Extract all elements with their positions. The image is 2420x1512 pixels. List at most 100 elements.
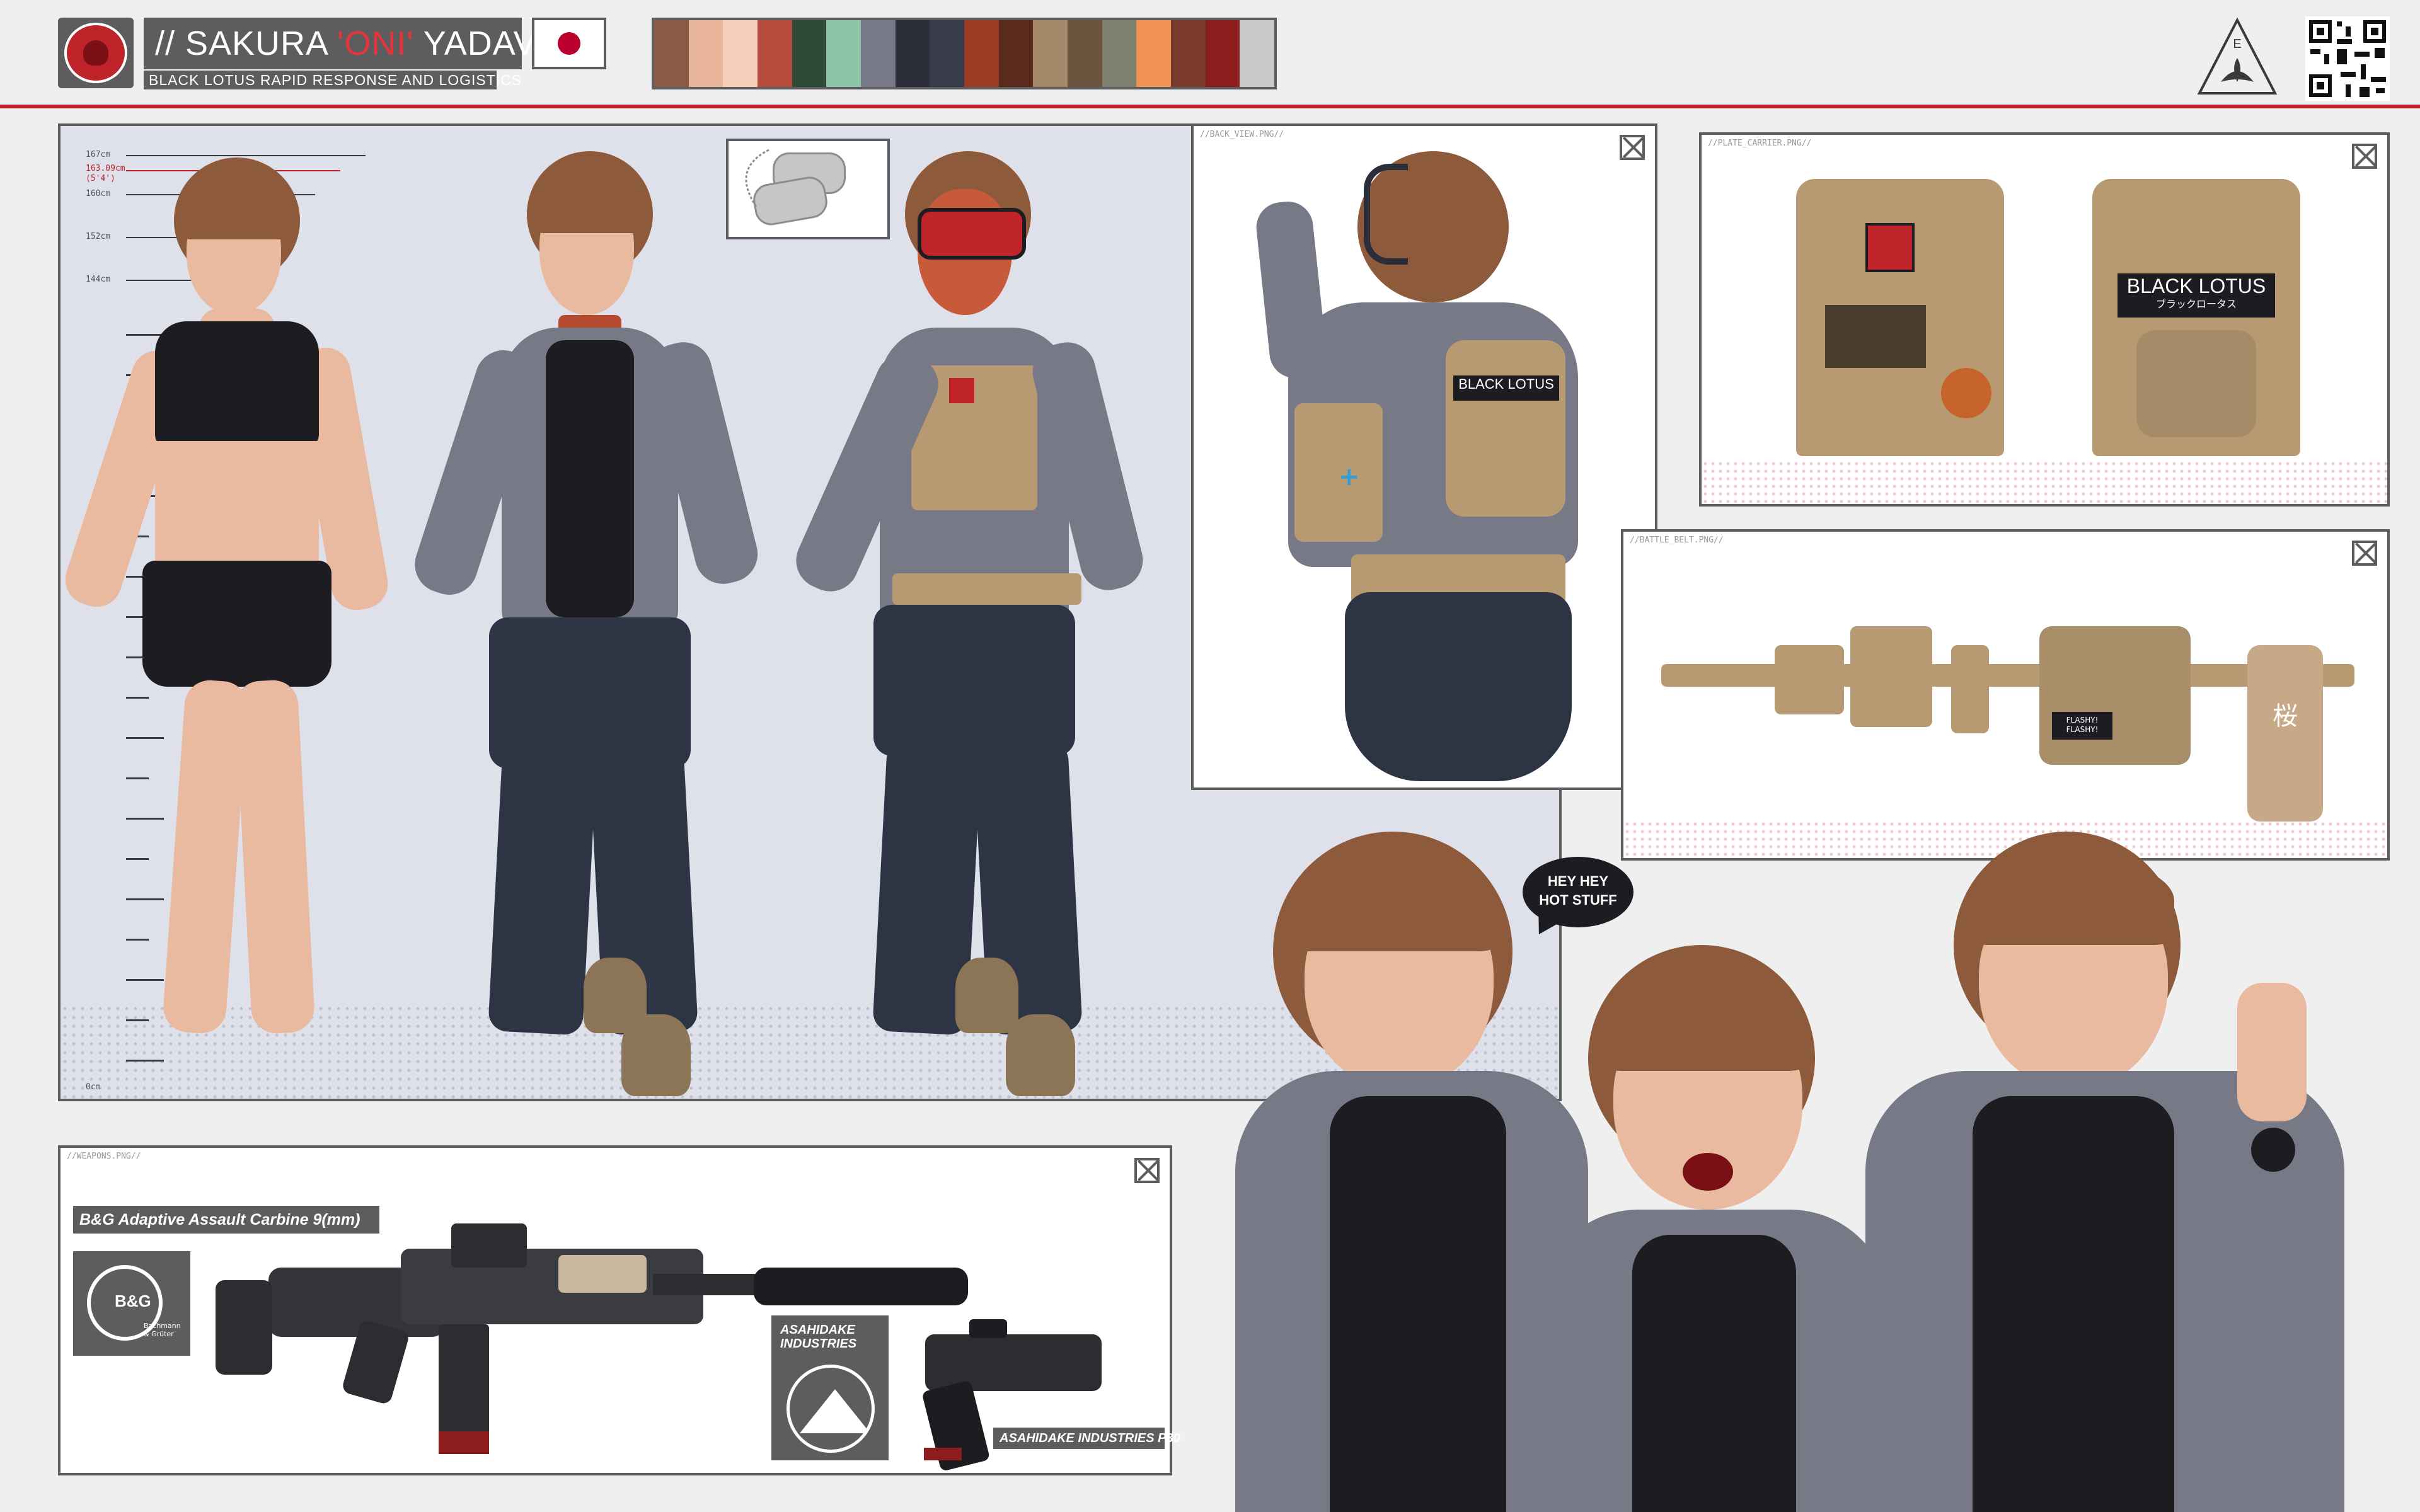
character-name: // SAKURA 'ONI' YADAV // [144, 18, 567, 69]
palette-swatch [1136, 20, 1172, 87]
lotus-logo-icon: E [2197, 17, 2278, 94]
ruler-tick [126, 818, 164, 820]
halftone-pattern [1702, 460, 2387, 504]
panel-label: //BATTLE_BELT.PNG// [1630, 536, 1724, 545]
raised-arm [1253, 199, 1329, 381]
ruler-tick [126, 777, 149, 779]
bg-logo: B&G Bachmann & Grüter [73, 1251, 190, 1356]
double-mag-pouch [1850, 626, 1932, 727]
oni-emblem-icon [58, 18, 134, 88]
back-pouch [2136, 330, 2256, 437]
ruler-tick [126, 979, 164, 981]
red-panda-patch [1941, 368, 1991, 418]
bg-logo-text: B&G [115, 1292, 151, 1310]
height-line [126, 155, 366, 156]
battle-belt-panel: //BATTLE_BELT.PNG// FLASHY! FLASHY! 桜 [1621, 529, 2390, 861]
palette-swatch [723, 20, 758, 87]
plate-carrier-panel: //PLATE_CARRIER.PNG// BLACK LOTUS ブラックロー… [1699, 132, 2390, 507]
panel-label: //PLATE_CARRIER.PNG// [1708, 139, 1812, 148]
ruler-tick [126, 1019, 149, 1021]
pistol-illustration [923, 1319, 1102, 1470]
hazard-patch [1865, 223, 1915, 272]
ruler-tick [126, 334, 164, 336]
panel-label: //BACK_VIEW.PNG// [1200, 130, 1284, 139]
asahidake-logo: ASAHIDAKE INDUSTRIES [771, 1315, 889, 1460]
height-mark-label: 163.09cm [86, 164, 125, 173]
black-lotus-patch: BLACK LOTUS [1453, 375, 1559, 401]
ruler-tick [126, 898, 164, 900]
peace-sign-hand [2237, 983, 2307, 1121]
palette-swatch [1240, 20, 1275, 87]
patch-japanese-text: ブラックロータス [2155, 299, 2237, 310]
height-mark-label: 167cm [86, 150, 111, 159]
open-mouth [1683, 1153, 1733, 1191]
headset [1364, 164, 1408, 265]
weapons-panel: //WEAPONS.PNG// B&G Adaptive Assault Car… [58, 1145, 1180, 1475]
wristwatch-icon [2251, 1128, 2295, 1172]
pistol-holster [2247, 645, 2323, 822]
close-icon[interactable] [2352, 541, 2377, 566]
close-icon[interactable] [1134, 1158, 1160, 1183]
ruler-tick [126, 697, 149, 699]
palette-swatch [1171, 20, 1206, 87]
pants [1345, 592, 1572, 781]
black-lotus-patch: BLACK LOTUS ブラックロータス [2118, 273, 2275, 318]
height-mark-label: 0cm [86, 1082, 101, 1092]
shotshell-holder [1825, 305, 1926, 368]
faction-subtitle: BLACK LOTUS RAPID RESPONSE AND LOGISTICS [144, 71, 521, 89]
ruler-tick [126, 1060, 164, 1062]
palette-swatch [895, 20, 930, 87]
palette-swatch [930, 20, 965, 87]
palette-swatch [654, 20, 689, 87]
medical-cross-icon: + [1339, 462, 1360, 491]
patch-text: BLACK LOTUS [2126, 275, 2266, 297]
panel-label: //WEAPONS.PNG// [67, 1152, 141, 1161]
hazard-patch [949, 378, 974, 403]
ruler-tick [126, 939, 149, 941]
battle-belt [892, 573, 1081, 605]
tool-pouch [1951, 645, 1989, 733]
dog-tags-card [726, 139, 890, 239]
dog-tag-chain [745, 149, 769, 207]
holster-kanji: 桜 [2273, 702, 2298, 731]
back-view-panel: //BACK_VIEW.PNG// BLACK LOTUS + [1191, 123, 1657, 790]
mag-pouch [1775, 645, 1844, 714]
close-icon[interactable] [2352, 144, 2377, 169]
expression-winking [1865, 832, 2407, 1512]
height-mark-label: 152cm [86, 232, 111, 241]
palette-swatch [688, 20, 723, 87]
palette-swatch [792, 20, 827, 87]
ruler-tick [126, 858, 149, 860]
palette-swatch [826, 20, 861, 87]
palette-swatch [1068, 20, 1102, 87]
japan-flag-icon [532, 18, 606, 69]
backpack [1446, 340, 1565, 517]
palette-swatch [758, 20, 792, 87]
color-palette [652, 18, 1277, 89]
oni-goggles [918, 208, 1026, 260]
close-icon[interactable] [1620, 135, 1645, 160]
height-mark-sub: (5'4') [86, 174, 115, 183]
palette-swatch [1033, 20, 1068, 87]
speech-line: HOT STUFF [1539, 892, 1617, 908]
palette-swatch [1205, 20, 1240, 87]
bg-logo-subtext: Bachmann & Grüter [144, 1322, 181, 1338]
flashy-patch: FLASHY! FLASHY! [2052, 712, 2112, 740]
dump-pouch [2039, 626, 2191, 765]
height-mark-label: 160cm [86, 189, 111, 198]
svg-text:E: E [2233, 37, 2241, 51]
height-mark-label: 144cm [86, 275, 111, 284]
asahidake-logo-text: ASAHIDAKE INDUSTRIES [780, 1323, 857, 1351]
qr-code-icon [2305, 16, 2390, 101]
carbine-illustration [216, 1223, 968, 1454]
palette-swatch [964, 20, 999, 87]
speech-bubble: HEY HEY HOT STUFF [1523, 857, 1634, 927]
palette-swatch [1102, 20, 1137, 87]
palette-swatch [998, 20, 1034, 87]
expression-shocked [1512, 945, 1916, 1512]
pistol-label: ASAHIDAKE INDUSTRIES P30 [993, 1428, 1180, 1449]
palette-swatch [861, 20, 896, 87]
ruler-tick [126, 737, 164, 739]
patch-text: BLACK LOTUS [1458, 376, 1554, 392]
speech-line: HEY HEY [1547, 873, 1609, 889]
